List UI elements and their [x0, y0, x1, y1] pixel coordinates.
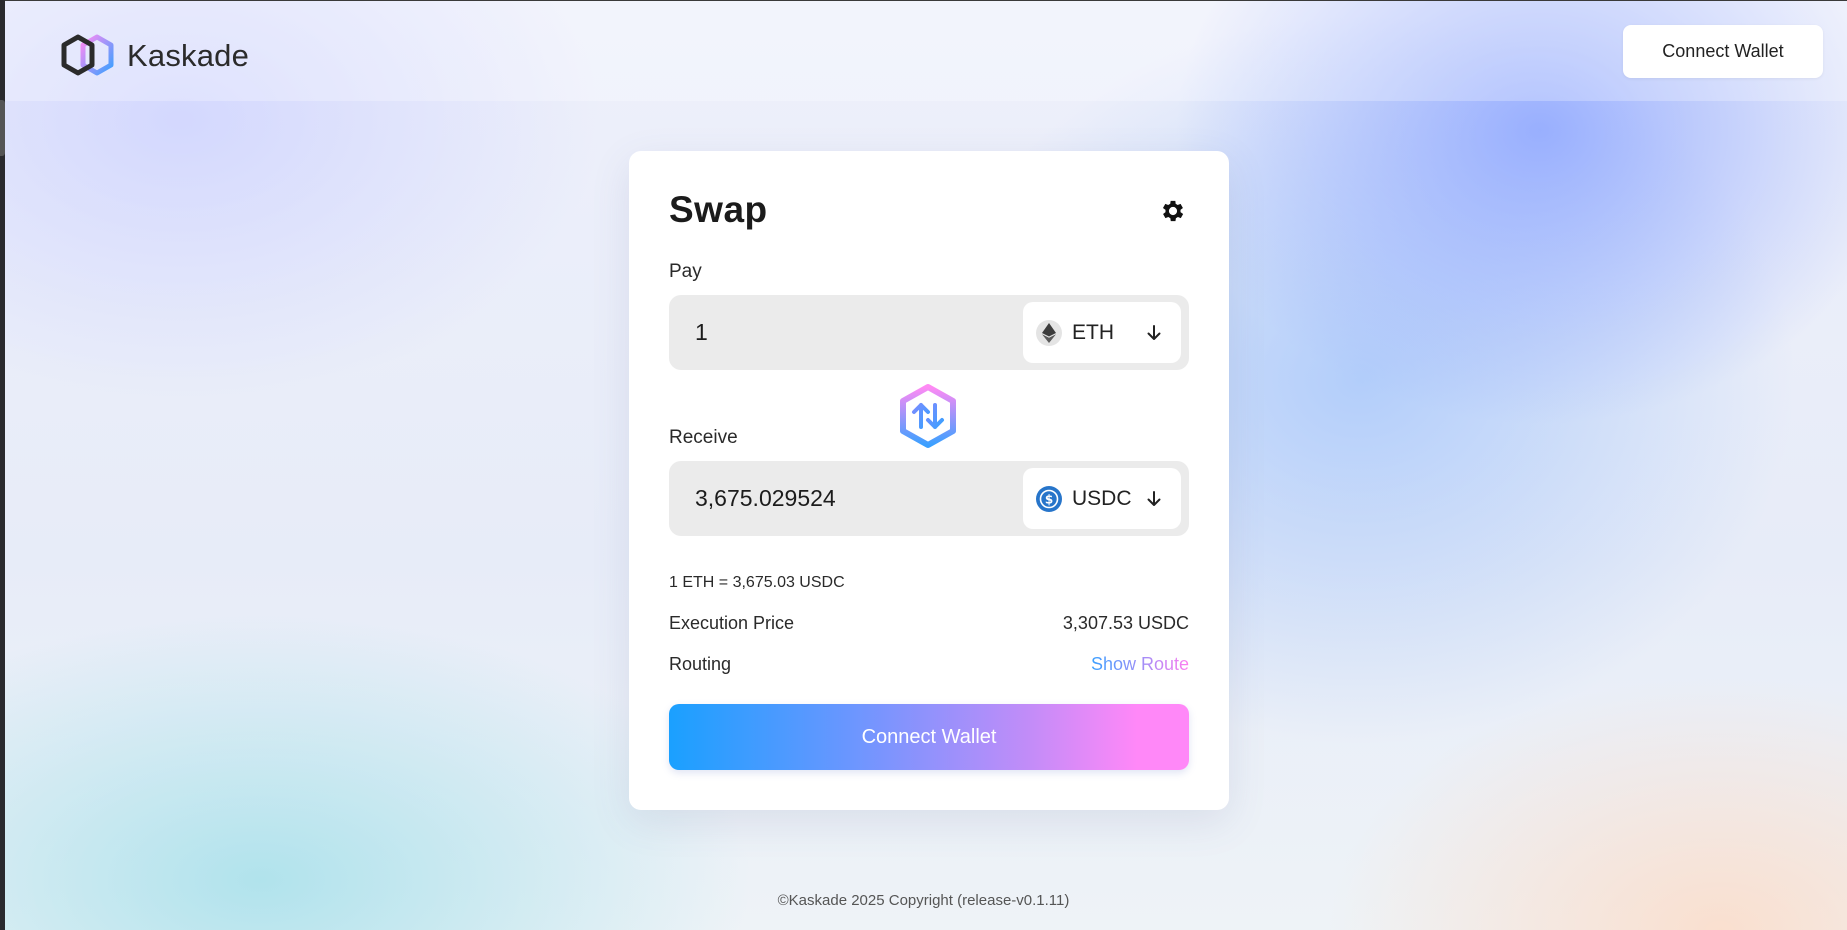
window-edge-handle: [0, 100, 5, 156]
exchange-rate: 1 ETH = 3,675.03 USDC: [669, 574, 845, 591]
show-route-link[interactable]: Show Route: [1091, 654, 1189, 675]
receive-label: Receive: [669, 427, 738, 448]
execution-price-label: Execution Price: [669, 613, 795, 633]
brand-name: Kaskade: [127, 38, 250, 73]
arrow-down-icon: [1147, 490, 1161, 506]
routing-label: Routing: [669, 654, 732, 674]
ethereum-icon: [1036, 319, 1062, 346]
arrow-down-icon: [1147, 324, 1161, 340]
receive-token-symbol: USDC: [1072, 486, 1132, 510]
swap-card: Swap Pay ETH: [629, 151, 1229, 810]
footer-copyright: ©Kaskade 2025 Copyright (release-v0.1.11…: [777, 892, 1070, 909]
top-header: Kaskade Connect Wallet: [5, 1, 1847, 101]
pay-token-select[interactable]: ETH: [1023, 302, 1181, 363]
brand[interactable]: Kaskade: [59, 33, 249, 79]
receive-field: $ USDC: [669, 461, 1189, 536]
connect-wallet-button[interactable]: Connect Wallet: [669, 704, 1189, 770]
receive-amount-input[interactable]: [695, 461, 995, 536]
kaskade-logo-icon: [61, 34, 114, 76]
svg-text:$: $: [1045, 492, 1053, 506]
execution-price-row: Execution Price 3,307.53 USDC: [669, 613, 1189, 634]
swap-title: Swap: [669, 189, 768, 230]
routing-row: Routing Show Route: [669, 654, 1189, 675]
swap-direction-icon[interactable]: [896, 383, 960, 449]
pay-amount-input[interactable]: [695, 295, 995, 370]
pay-field: ETH: [669, 295, 1189, 370]
pay-token-symbol: ETH: [1072, 320, 1114, 344]
execution-price-value: 3,307.53 USDC: [1062, 613, 1189, 633]
receive-token-select[interactable]: $ USDC: [1023, 468, 1181, 529]
header-connect-wallet-button[interactable]: Connect Wallet: [1623, 25, 1823, 78]
settings-gear-icon[interactable]: [1159, 197, 1187, 225]
pay-label: Pay: [669, 261, 702, 282]
usdc-icon: $: [1036, 485, 1062, 512]
